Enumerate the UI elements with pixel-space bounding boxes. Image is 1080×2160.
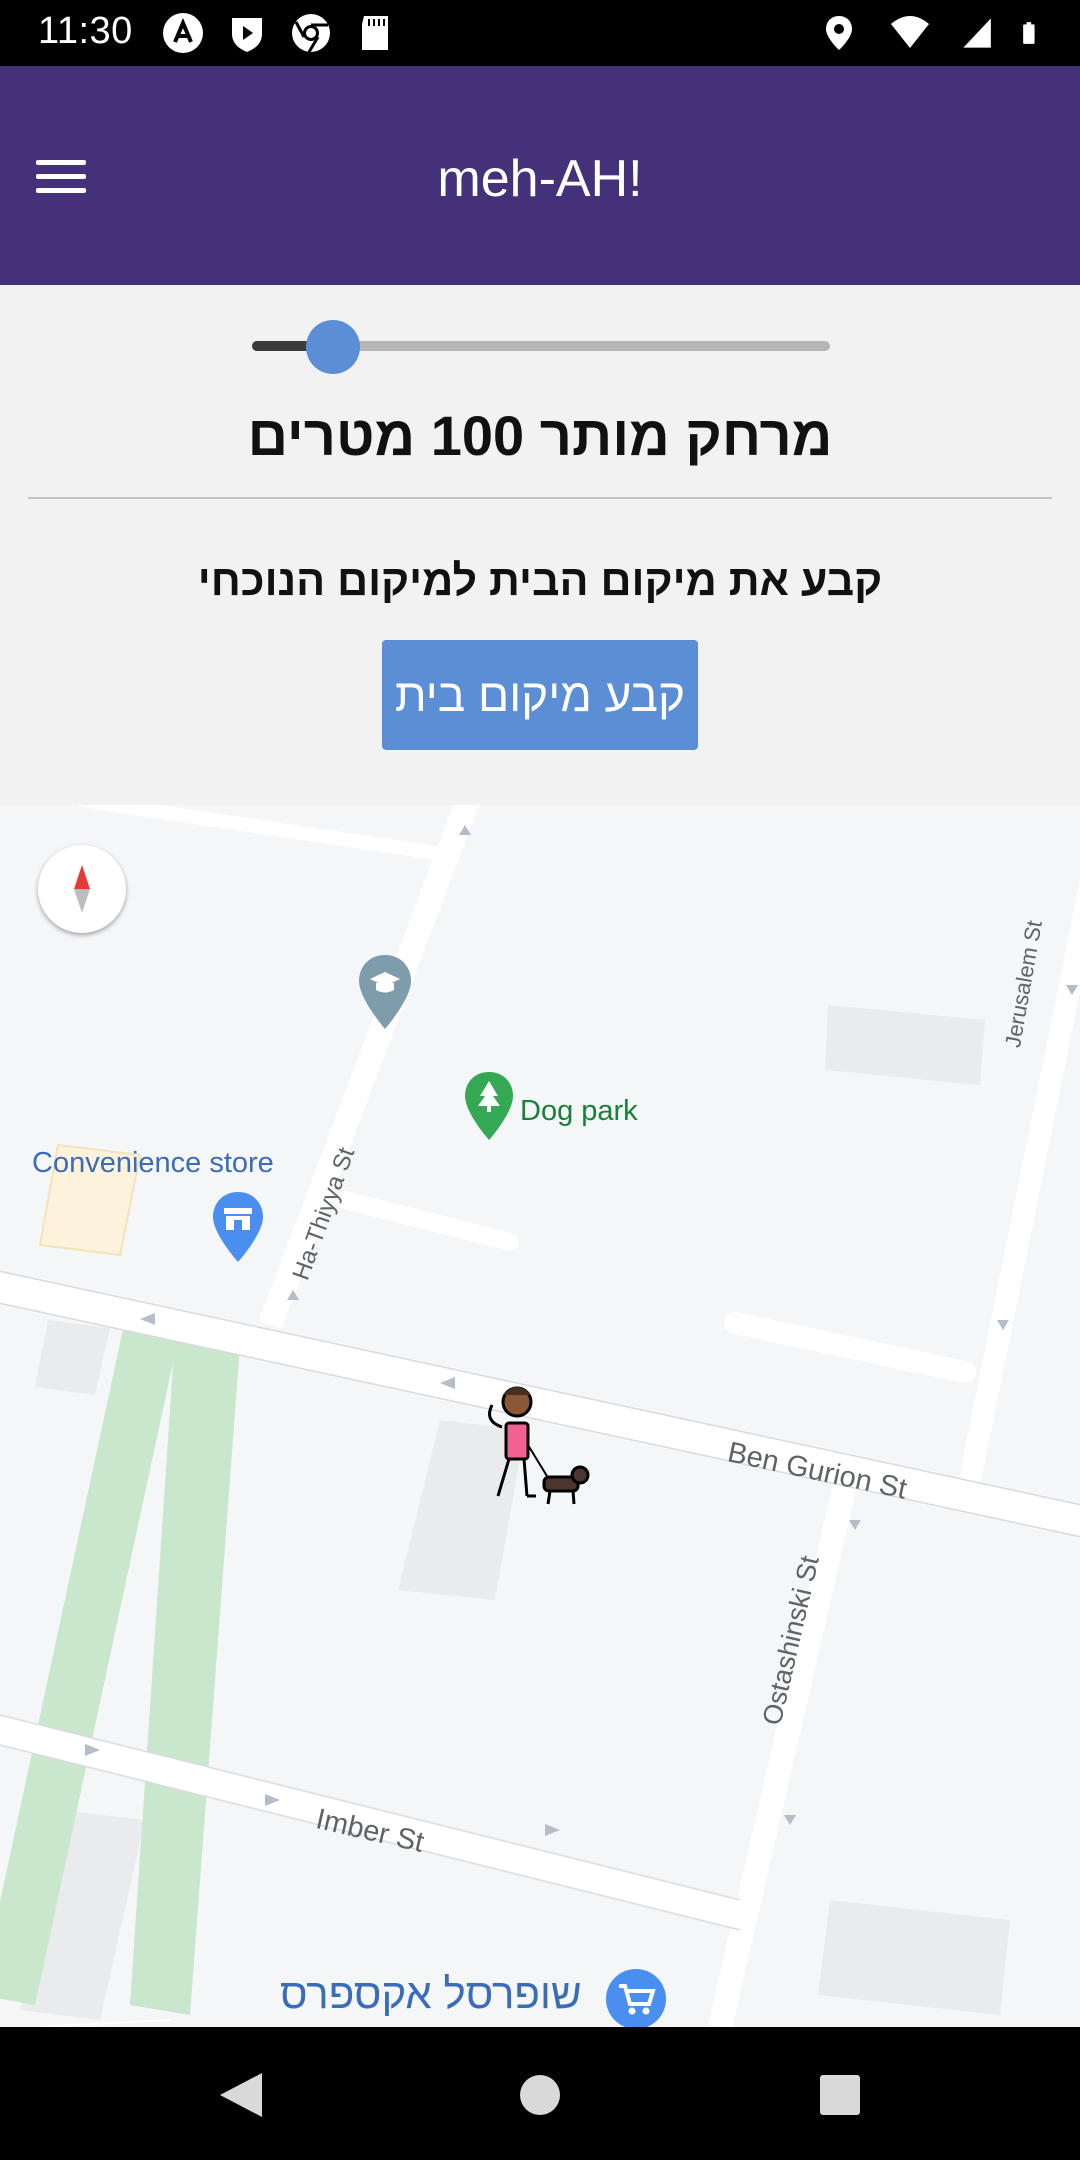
location-pin-icon <box>826 16 852 50</box>
app-bar: meh-AH! <box>0 66 1080 285</box>
compass-icon[interactable] <box>38 845 126 933</box>
distance-label: מרחק מותר 100 מטרים <box>247 404 833 467</box>
home-icon[interactable] <box>500 2055 580 2135</box>
app-title: meh-AH! <box>437 150 643 208</box>
map-label-dog-park: Dog park <box>520 1095 638 1127</box>
chrome-icon <box>292 14 330 53</box>
school-pin-icon[interactable] <box>355 953 415 1033</box>
building-block <box>818 1900 1010 2015</box>
status-bar: 11:30 <box>0 0 1080 66</box>
shield-play-icon <box>232 18 262 52</box>
status-time: 11:30 <box>38 10 133 52</box>
map-label-convenience-store: Convenience store <box>32 1147 274 1179</box>
map-label-supermarket: שופרסל אקספרס <box>280 1970 582 2017</box>
recents-icon[interactable] <box>800 2055 880 2135</box>
building-block <box>35 1320 110 1395</box>
home-instruction: קבע את מיקום הבית למיקום הנוכחי <box>197 557 883 605</box>
set-home-button[interactable]: קבע מיקום בית <box>382 640 698 750</box>
app-logo-icon <box>163 13 203 53</box>
wifi-icon <box>891 16 929 48</box>
battery-icon <box>1023 22 1035 44</box>
shopping-cart-pin-icon[interactable] <box>605 1968 667 2027</box>
map-view[interactable]: Dog park Convenience store Ha-Thiyya St … <box>0 805 1080 2027</box>
slider-thumb[interactable] <box>306 320 360 374</box>
sd-card-icon <box>362 16 388 50</box>
shop-pin-icon[interactable] <box>210 1190 266 1266</box>
back-icon[interactable] <box>200 2055 280 2135</box>
building-block <box>825 1005 985 1085</box>
divider <box>28 497 1052 499</box>
distance-slider[interactable] <box>252 320 830 374</box>
system-nav-bar <box>0 2027 1080 2160</box>
signal-icon <box>963 18 991 48</box>
person-walking-dog-icon <box>488 1386 590 1505</box>
park-pin-icon[interactable] <box>462 1070 516 1144</box>
distance-controls: מרחק מותר 100 מטרים קבע את מיקום הבית למ… <box>0 285 1080 805</box>
